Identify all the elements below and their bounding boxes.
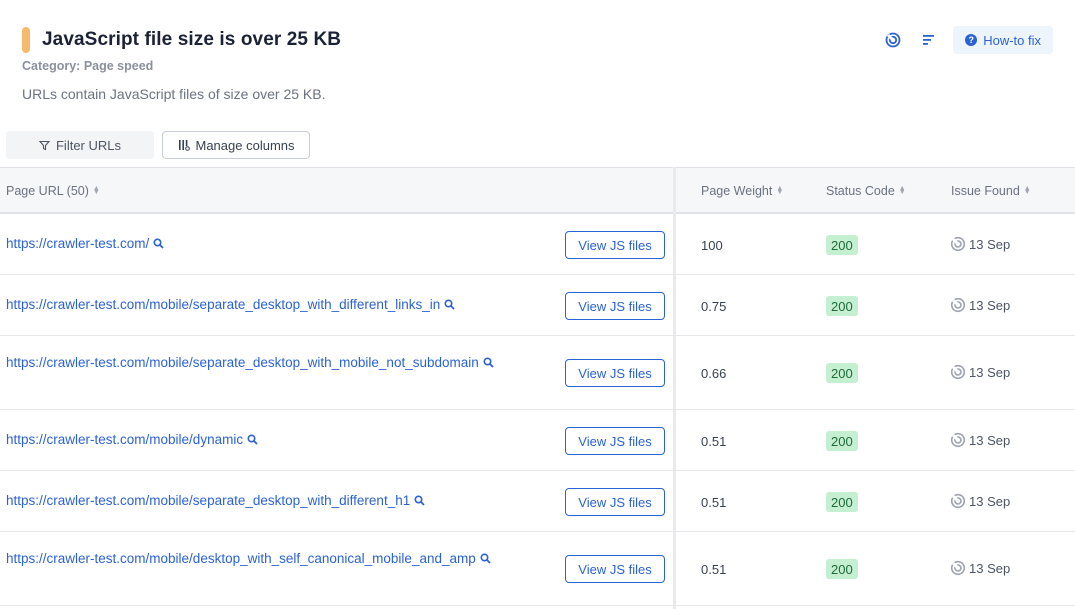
how-to-fix-button[interactable]: ? How-to fix	[953, 26, 1053, 54]
sort-icon: ▲ ▼	[776, 185, 784, 196]
page-title: JavaScript file size is over 25 KB	[42, 29, 342, 50]
table-toolbar: Filter URLs Manage columns	[6, 131, 310, 159]
page-url-link[interactable]: https://crawler-test.com/mobile/separate…	[6, 353, 518, 373]
issue-found-cell: 13 Sep	[950, 364, 1010, 380]
column-label: Page Weight	[701, 184, 773, 198]
issue-found-cell: 13 Sep	[950, 493, 1010, 509]
status-badge: 200	[826, 363, 858, 383]
table-row: https://crawler-test.com/mobile/separate…	[0, 336, 1075, 410]
column-label: Page URL (50)	[6, 184, 89, 198]
sort-icon: ▲ ▼	[92, 185, 100, 196]
severity-bar	[22, 27, 30, 53]
issue-trend-icon	[950, 297, 966, 313]
how-to-fix-label: How-to fix	[983, 32, 1041, 48]
issue-found-cell: 13 Sep	[950, 236, 1010, 252]
issue-description: URLs contain JavaScript files of size ov…	[22, 86, 326, 102]
issue-trend-icon	[950, 560, 966, 576]
search-icon[interactable]	[483, 357, 494, 368]
urls-table: Page URL (50) ▲ ▼ Page Weight ▲ ▼ Status C…	[0, 167, 1075, 609]
page-url-link[interactable]: https://crawler-test.com/mobile/separate…	[6, 295, 526, 315]
url-text: https://crawler-test.com/	[6, 236, 150, 251]
column-header-status-code[interactable]: Status Code ▲ ▼	[826, 184, 906, 198]
status-badge: 200	[826, 296, 858, 316]
view-js-files-button[interactable]: View JS files	[565, 488, 665, 516]
header-actions: ? How-to fix	[881, 26, 1053, 54]
sort-lines-icon[interactable]	[917, 28, 941, 52]
url-text: https://crawler-test.com/mobile/desktop_…	[6, 551, 476, 566]
issue-found-cell: 13 Sep	[950, 560, 1010, 576]
page-url-link[interactable]: https://crawler-test.com/mobile/separate…	[6, 491, 526, 511]
issue-trend-icon	[950, 364, 966, 380]
status-badge: 200	[826, 492, 858, 512]
issue-found-cell: 13 Sep	[950, 297, 1010, 313]
view-js-files-button[interactable]: View JS files	[565, 292, 665, 320]
url-text: https://crawler-test.com/mobile/separate…	[6, 493, 411, 508]
issue-category: Category: Page speed	[22, 59, 154, 73]
page-url-link[interactable]: https://crawler-test.com/mobile/dynamic	[6, 430, 526, 450]
filter-urls-label: Filter URLs	[55, 137, 121, 153]
column-header-page-weight[interactable]: Page Weight ▲ ▼	[701, 184, 783, 198]
url-text: https://crawler-test.com/mobile/separate…	[6, 297, 441, 312]
table-row: https://crawler-test.com/mobile/desktop_…	[0, 532, 1075, 606]
table-header: Page URL (50) ▲ ▼ Page Weight ▲ ▼ Status C…	[0, 167, 1075, 214]
column-label: Status Code	[826, 184, 895, 198]
issue-date: 13 Sep	[969, 236, 1011, 252]
status-badge: 200	[826, 235, 858, 255]
view-js-files-button[interactable]: View JS files	[565, 359, 665, 387]
search-icon[interactable]	[480, 553, 491, 564]
issue-trend-icon[interactable]	[881, 28, 905, 52]
manage-columns-button[interactable]: Manage columns	[162, 131, 310, 159]
issue-trend-icon	[950, 493, 966, 509]
url-text: https://crawler-test.com/mobile/dynamic	[6, 432, 244, 447]
url-text: https://crawler-test.com/mobile/separate…	[6, 355, 479, 370]
help-circle-icon: ?	[965, 34, 978, 46]
column-header-page-url[interactable]: Page URL (50) ▲ ▼	[6, 184, 100, 198]
page-weight-value: 0.75	[701, 299, 727, 314]
filter-urls-button[interactable]: Filter URLs	[6, 131, 154, 159]
status-badge: 200	[826, 559, 858, 579]
search-icon[interactable]	[414, 495, 425, 506]
table-row: https://crawler-test.com/mobile/dynamic …	[0, 410, 1075, 471]
page-url-link[interactable]: https://crawler-test.com/mobile/desktop_…	[6, 549, 512, 569]
search-icon[interactable]	[153, 238, 164, 249]
table-row: https://crawler-test.com/mobile/separate…	[0, 275, 1075, 336]
issue-date: 13 Sep	[969, 432, 1011, 448]
page-weight-value: 0.51	[701, 495, 727, 510]
search-icon[interactable]	[247, 434, 258, 445]
issue-date: 13 Sep	[969, 560, 1011, 576]
issue-found-cell: 13 Sep	[950, 432, 1010, 448]
columns-icon	[178, 140, 190, 151]
view-js-files-button[interactable]: View JS files	[565, 555, 665, 583]
column-label: Issue Found	[951, 184, 1020, 198]
view-js-files-button[interactable]: View JS files	[565, 427, 665, 455]
page-url-link[interactable]: https://crawler-test.com/	[6, 234, 526, 254]
sort-icon: ▲ ▼	[898, 185, 906, 196]
page-weight-value: 0.51	[701, 562, 727, 577]
table-row: https://crawler-test.com/ View JS files …	[0, 214, 1075, 275]
column-header-issue-found[interactable]: Issue Found ▲ ▼	[951, 184, 1031, 198]
filter-icon	[38, 140, 50, 150]
page-weight-value: 0.66	[701, 366, 727, 381]
search-icon[interactable]	[444, 299, 455, 310]
issue-date: 13 Sep	[969, 493, 1011, 509]
issue-trend-icon	[950, 236, 966, 252]
issue-date: 13 Sep	[969, 297, 1011, 313]
issue-date: 13 Sep	[969, 364, 1011, 380]
page-weight-value: 0.51	[701, 434, 727, 449]
status-badge: 200	[826, 431, 858, 451]
sort-icon: ▲ ▼	[1023, 185, 1031, 196]
issue-header: JavaScript file size is over 25 KB Categ…	[0, 0, 1075, 130]
page-weight-value: 100	[701, 238, 723, 253]
manage-columns-label: Manage columns	[195, 137, 295, 153]
issue-trend-icon	[950, 432, 966, 448]
view-js-files-button[interactable]: View JS files	[565, 231, 665, 259]
table-row: https://crawler-test.com/mobile/separate…	[0, 471, 1075, 532]
